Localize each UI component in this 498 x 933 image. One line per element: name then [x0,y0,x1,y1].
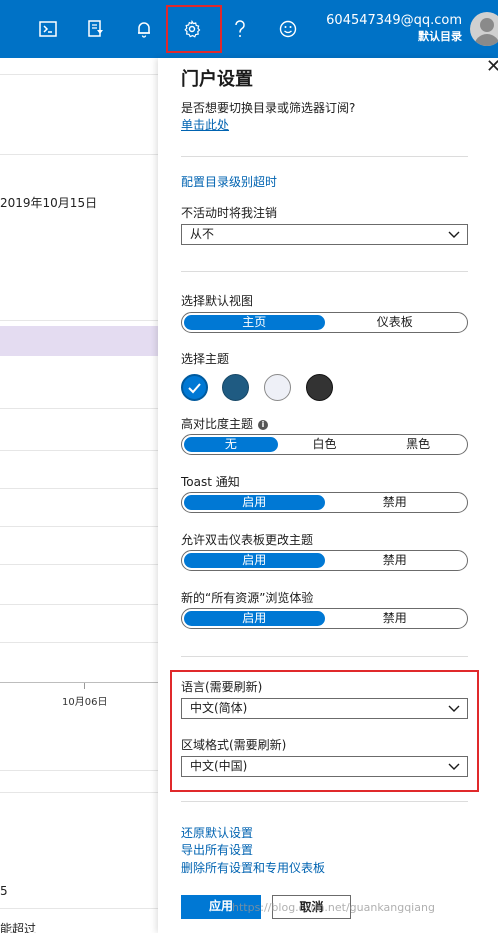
chart-axis [0,682,158,683]
contrast-option-none[interactable]: 无 [184,437,278,452]
chevron-down-icon [448,231,460,238]
settings-highlight-box [166,5,222,53]
bottom-text: 5 [0,884,8,898]
portal-settings-panel: ✕ 门户设置 是否想要切换目录或筛选器订阅? 单击此处 配置目录级别超时 不活动… [158,56,498,933]
panel-title: 门户设置 [181,69,253,90]
export-settings-link[interactable]: 导出所有设置 [181,841,253,858]
help-icon[interactable] [220,9,260,49]
toast-option-disable[interactable]: 禁用 [325,495,466,510]
config-timeout-link[interactable]: 配置目录级别超时 [181,173,277,190]
axis-tick [84,683,85,689]
axis-label: 10月06日 [62,697,108,708]
separator [181,271,468,272]
dblclick-label: 允许双击仪表板更改主题 [181,533,314,547]
separator [181,156,468,157]
toast-option-enable[interactable]: 启用 [184,495,325,510]
divider [0,154,158,155]
all-resources-label: 新的“所有资源”浏览体验 [181,591,314,605]
divider [0,642,158,643]
default-view-label: 选择默认视图 [181,294,254,308]
divider [0,488,158,489]
avatar-head [480,18,494,32]
info-icon[interactable]: i [258,420,269,430]
contrast-toggle[interactable]: 无 白色 黑色 [181,434,468,455]
dblclick-toggle[interactable]: 启用 禁用 [181,550,468,571]
divider [0,320,158,321]
separator [181,801,468,802]
divider [0,450,158,451]
all-resources-option-disable[interactable]: 禁用 [325,611,466,626]
toast-toggle[interactable]: 启用 禁用 [181,492,468,513]
watermark: https://blog.csdn.net/guankangqiang [232,901,435,914]
theme-label: 选择主题 [181,352,230,366]
directory-filter-icon[interactable] [76,9,116,49]
divider [0,604,158,605]
default-view-option-dashboard[interactable]: 仪表板 [325,315,466,330]
default-view-toggle[interactable]: 主页 仪表板 [181,312,468,333]
account-email: 604547349@qq.com [326,13,462,28]
divider [0,908,158,909]
language-highlight-box [170,670,479,792]
separator [181,656,468,657]
highlight-band [0,326,158,356]
theme-swatch-dark[interactable] [306,374,333,401]
divider [0,770,158,771]
all-resources-option-enable[interactable]: 启用 [184,611,325,626]
date-text: 2019年10月15日 [0,196,98,210]
background-page: 2019年10月15日 10月06日 5 能超过 [0,58,158,933]
account-info[interactable]: 604547349@qq.com 默认目录 [326,13,462,44]
restore-defaults-link[interactable]: 还原默认设置 [181,824,253,841]
top-bar: 604547349@qq.com 默认目录 [0,0,498,58]
divider [0,74,158,75]
contrast-option-white[interactable]: 白色 [278,437,372,452]
divider [0,564,158,565]
all-resources-toggle[interactable]: 启用 禁用 [181,608,468,629]
cloud-shell-icon[interactable] [28,9,68,49]
avatar[interactable] [470,12,498,46]
close-icon[interactable]: ✕ [486,56,498,77]
default-view-option-home[interactable]: 主页 [184,315,325,330]
dblclick-option-disable[interactable]: 禁用 [325,553,466,568]
theme-swatch-blue[interactable] [181,374,208,401]
divider [0,792,158,793]
feedback-icon[interactable] [268,9,308,49]
signout-value: 从不 [190,227,215,241]
avatar-body [474,34,498,46]
signout-select[interactable]: 从不 [181,224,468,245]
toast-label: Toast 通知 [181,475,240,489]
switch-directory-link[interactable]: 单击此处 [181,116,229,133]
delete-settings-link[interactable]: 删除所有设置和专用仪表板 [181,859,325,876]
divider [0,526,158,527]
theme-swatch-dark-blue[interactable] [222,374,249,401]
check-icon [188,383,201,394]
contrast-label: 高对比度主题 i [181,415,269,432]
theme-swatch-light[interactable] [264,374,291,401]
contrast-option-black[interactable]: 黑色 [371,437,465,452]
divider [0,408,158,409]
account-directory: 默认目录 [418,30,462,43]
contrast-label-text: 高对比度主题 [181,417,254,431]
signout-label: 不活动时将我注销 [181,206,278,220]
bottom-text: 能超过 [0,922,37,933]
notifications-icon[interactable] [124,9,164,49]
dblclick-option-enable[interactable]: 启用 [184,553,325,568]
switch-directory-question: 是否想要切换目录或筛选器订阅? [181,101,356,115]
